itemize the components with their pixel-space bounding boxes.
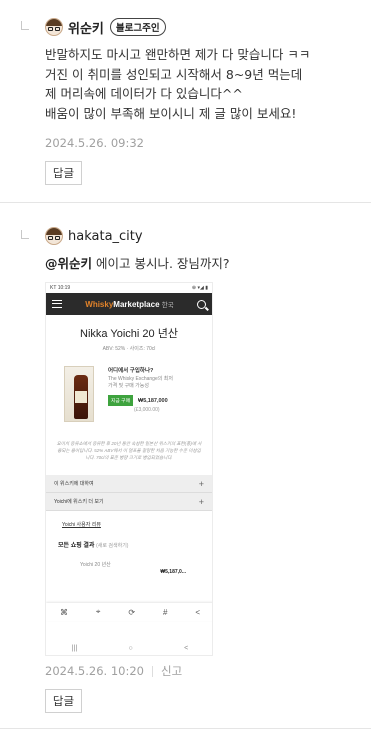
plus-icon: + <box>198 478 204 489</box>
plus-icon: + <box>198 496 204 507</box>
product-card: 어디에서 구입하나? The Whisky Exchange의 최저 가격 및 … <box>64 366 204 422</box>
comment-header: 위순키 블로그주인 <box>45 17 166 37</box>
comment-line: 배움이 많이 부족해 보이시니 제 글 많이 보세요! <box>45 105 297 121</box>
result-item-name: Yoichi 20 년산 <box>80 562 111 568</box>
buy-now-button: 지금 구매 <box>108 395 133 406</box>
phone-carrier-time: KT 10:19 <box>50 285 71 291</box>
back-icon: < <box>184 644 189 652</box>
search-icon <box>197 299 206 309</box>
product-description: 요이치 증류소에서 증류한 후 20년 동안 숙성한 일본산 위스키의 표현(풍… <box>56 441 202 460</box>
accordion: 이 위스키에 대하여 + Yoichi에 위스키 더 보기 + <box>46 475 212 511</box>
menu-icon <box>52 300 62 308</box>
result-item-price: ₩5,187,0... <box>160 569 186 575</box>
comment-divider <box>0 202 371 203</box>
comment-line: 거진 이 취미를 성인되고 시작해서 8~9년 먹는데 <box>45 66 303 82</box>
avatar[interactable] <box>45 18 63 36</box>
reply-button[interactable]: 답글 <box>45 161 82 185</box>
phone-status-icons: ⊕ ▾◢ ▮ <box>191 285 208 291</box>
comment-author[interactable]: hakata_city <box>68 229 143 244</box>
where-buy-desc: The Whisky Exchange의 최저 가격 및 구매 가능성 <box>108 376 173 389</box>
home-icon: ○ <box>128 644 133 652</box>
reply-button[interactable]: 답글 <box>45 689 82 713</box>
target-icon: ⌖ <box>95 607 101 616</box>
brand-logo: WhiskyMarketplace 한국 <box>85 300 174 309</box>
comment-date: 2024.5.26. 09:32 <box>45 136 144 150</box>
phone-app-bar: WhiskyMarketplace 한국 <box>46 293 212 315</box>
owner-badge: 블로그주인 <box>109 18 166 36</box>
reply-branch-icon <box>21 230 29 239</box>
comment-line: 에이고 봉시나. 장님까지? <box>92 256 230 271</box>
reply-branch-icon <box>21 21 29 30</box>
price-krw: ₩5,187,000 <box>138 397 168 404</box>
comment-divider <box>0 728 371 729</box>
mention-link[interactable]: @위순키 <box>45 256 92 271</box>
results-heading: 모든 쇼핑 결과 (새로 검색하기) <box>58 543 129 549</box>
comment-date: 2024.5.26. 10:20 <box>45 664 144 678</box>
comment-text: @위순키 에이고 봉시나. 장님까지? <box>45 254 365 274</box>
comment-meta: 2024.5.26. 09:32 <box>45 136 144 150</box>
hash-icon: # <box>162 607 168 617</box>
share-icon: < <box>195 607 200 617</box>
yoichi-link: Yoichi 사용자 리뷰 <box>62 522 101 528</box>
product-subtitle: ABV: 52% · 사이즈: 70cl <box>102 346 156 352</box>
report-link[interactable]: 신고 <box>161 663 182 679</box>
price-gbp: (£3,000.00) <box>134 407 160 413</box>
scan-icon: ⌘ <box>59 607 68 617</box>
product-title: Nikka Yoichi 20 년산 <box>80 328 178 340</box>
comment-line: 반말하지도 마시고 왠만하면 제가 다 맞습니다 ㅋㅋ <box>45 47 311 62</box>
share-overlay-bar: ⌘ ⌖ ⟳ # < <box>46 603 212 621</box>
where-buy-heading: 어디에서 구입하나? <box>108 368 154 374</box>
result-item: Yoichi 20 년산 ₩5,187,0... <box>52 561 206 581</box>
phone-nav-bar: ||| ○ < <box>46 641 212 655</box>
comment-text: 반말하지도 마시고 왠만하면 제가 다 맞습니다 ㅋㅋ 거진 이 취미를 성인되… <box>45 45 365 123</box>
bottle-image <box>64 366 94 422</box>
comment-author[interactable]: 위순키 <box>68 18 104 37</box>
avatar[interactable] <box>45 227 63 245</box>
accordion-about: 이 위스키에 대하여 + <box>46 475 212 493</box>
refresh-icon: ⟳ <box>128 607 136 617</box>
recents-icon: ||| <box>71 644 78 652</box>
accordion-more: Yoichi에 위스키 더 보기 + <box>46 493 212 511</box>
phone-status-bar: KT 10:19 ⊕ ▾◢ ▮ <box>46 283 212 293</box>
comment-header: hakata_city <box>45 226 143 246</box>
comment-line: 제 머리속에 데이터가 다 있습니다^^ <box>45 86 243 101</box>
comment-meta: 2024.5.26. 10:20 신고 <box>45 663 182 679</box>
attached-screenshot[interactable]: KT 10:19 ⊕ ▾◢ ▮ WhiskyMarketplace 한국 Nik… <box>45 282 213 656</box>
meta-divider <box>151 665 153 677</box>
